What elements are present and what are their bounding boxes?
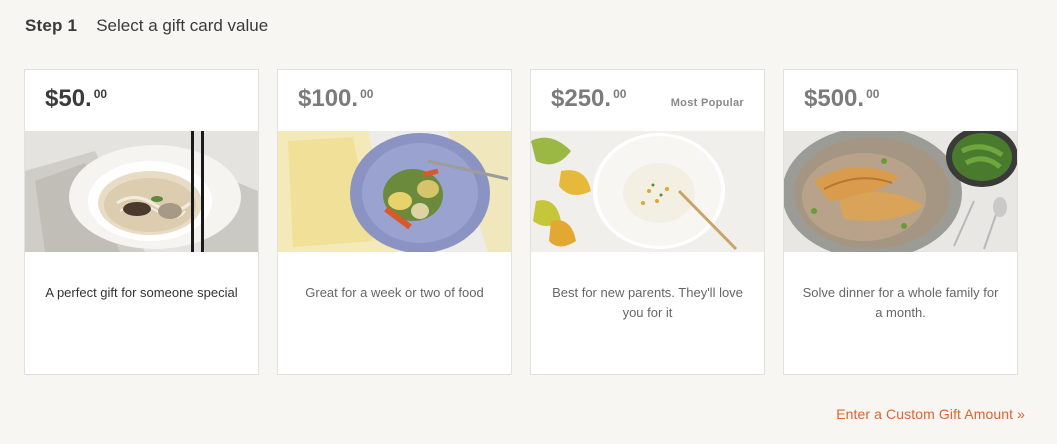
price-cents: 00 bbox=[360, 87, 374, 101]
card-price: $50. 00 bbox=[45, 85, 107, 113]
gift-card-100[interactable]: $100. 00 Great for a week or two of food bbox=[277, 69, 512, 375]
gift-card-options: $50. 00 A perfect gift for someone speci… bbox=[24, 69, 1018, 375]
price-dollars: $100. bbox=[298, 85, 359, 112]
price-cents: 00 bbox=[866, 87, 880, 101]
vegetable-plate-photo bbox=[278, 131, 511, 252]
most-popular-badge: Most Popular bbox=[670, 97, 744, 109]
card-description: A perfect gift for someone special bbox=[45, 285, 238, 300]
gift-card-50[interactable]: $50. 00 A perfect gift for someone speci… bbox=[24, 69, 259, 375]
price-dollars: $500. bbox=[804, 85, 865, 112]
gift-card-500[interactable]: $500. 00 Solve dinner for a whole family… bbox=[783, 69, 1018, 375]
price-cents: 00 bbox=[613, 87, 627, 101]
fish-risotto-photo bbox=[784, 131, 1017, 252]
card-description: Great for a week or two of food bbox=[305, 285, 484, 300]
step-header: Step 1 Select a gift card value bbox=[25, 16, 268, 36]
card-description: Solve dinner for a whole family for a mo… bbox=[802, 285, 999, 320]
soup-plate-photo bbox=[531, 131, 764, 252]
noodle-soup-bowl-photo bbox=[25, 131, 258, 252]
step-label: Step 1 bbox=[25, 16, 78, 35]
price-dollars: $250. bbox=[551, 85, 612, 112]
card-price: $250. 00 bbox=[551, 85, 626, 113]
gift-card-250[interactable]: $250. 00 Most Popular Best for new paren… bbox=[530, 69, 765, 375]
card-price: $100. 00 bbox=[298, 85, 373, 113]
card-description: Best for new parents. They'll love you f… bbox=[552, 285, 743, 320]
price-dollars: $50. bbox=[45, 85, 92, 112]
price-cents: 00 bbox=[93, 87, 108, 101]
custom-gift-amount-link[interactable]: Enter a Custom Gift Amount » bbox=[836, 406, 1025, 422]
step-title: Select a gift card value bbox=[96, 16, 269, 35]
card-price: $500. 00 bbox=[804, 85, 879, 113]
